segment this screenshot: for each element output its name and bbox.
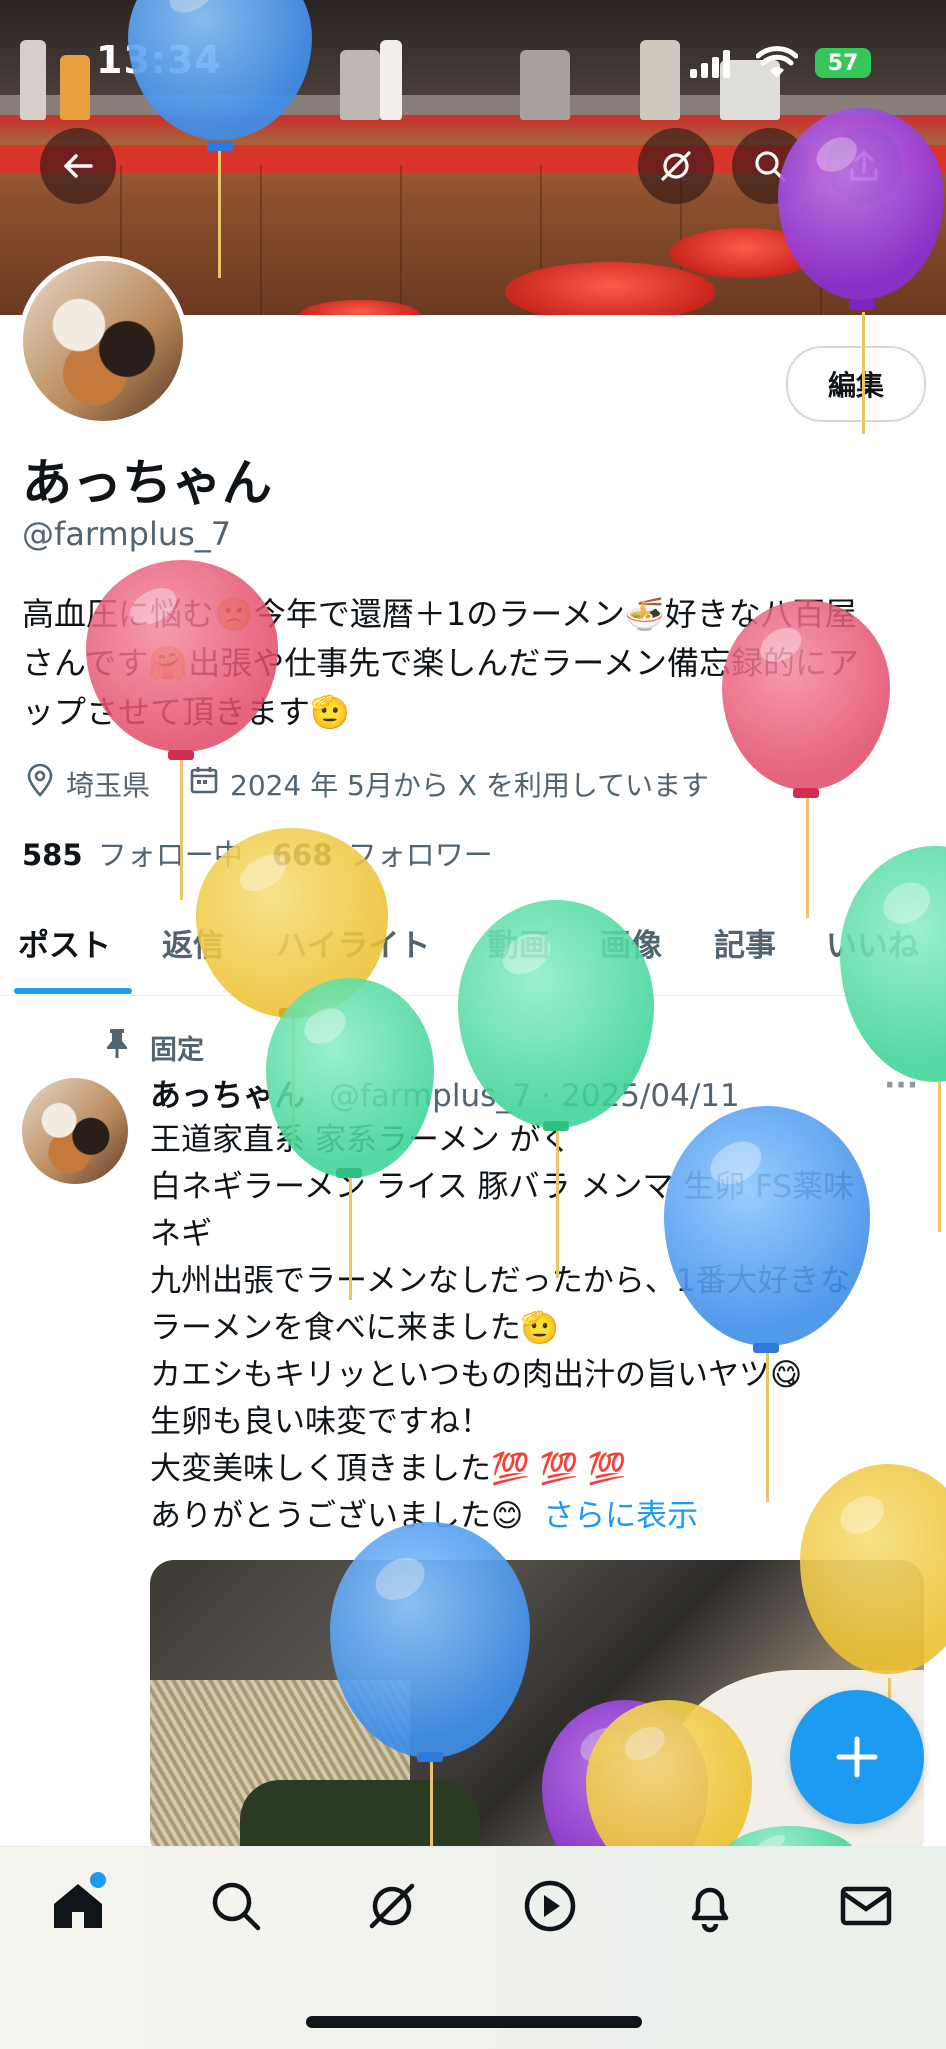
display-name: あっちゃん [22, 454, 272, 512]
grok-icon[interactable] [364, 1878, 420, 1934]
back-button[interactable] [40, 128, 116, 204]
post-text-line: カエシもキリッといつもの肉出汁の旨いヤツ😋 [150, 1357, 803, 1393]
pinned-label: 固定 [150, 1035, 204, 1066]
location-icon [27, 764, 53, 797]
following-link[interactable]: 585 フォロー中 [22, 832, 243, 874]
search-icon[interactable] [208, 1878, 264, 1934]
arrow-left-icon [64, 154, 93, 178]
edit-profile-button[interactable]: 編集 [786, 346, 926, 422]
tab-articles[interactable]: 記事 [714, 920, 776, 965]
post-text-line: 大変美味しく頂きました💯 💯 💯 [150, 1451, 627, 1487]
battery-level: 57 [827, 50, 859, 76]
post-text-line: ラーメンを食べに来ました🫡 [150, 1310, 560, 1346]
home-notification-dot [90, 1872, 106, 1888]
calendar-icon [190, 767, 218, 794]
user-handle: @farmplus_7 [22, 515, 232, 553]
profile-avatar[interactable] [18, 256, 188, 426]
grok-icon [661, 151, 691, 181]
tab-posts[interactable]: ポスト [18, 920, 111, 965]
plus-icon [836, 1736, 878, 1778]
post-text-line: ネギ [150, 1216, 212, 1252]
post-text-last: ありがとうございました😊 [150, 1498, 524, 1534]
profile-joined-date: 2024 年 5月から X を利用しています [230, 769, 710, 802]
mail-icon[interactable] [838, 1878, 894, 1934]
battery-indicator: 57 [815, 48, 871, 78]
signal-icon [690, 50, 734, 78]
profile-location: 埼玉県 [66, 769, 151, 802]
show-more-link[interactable]: さらに表示 [543, 1498, 698, 1534]
grok-button[interactable] [638, 128, 714, 204]
post-text-line: 生卵も良い味変ですね！ [150, 1404, 491, 1440]
compose-post-button[interactable] [790, 1690, 924, 1824]
active-tab-indicator [14, 988, 132, 994]
post-author-avatar[interactable] [22, 1078, 128, 1184]
pin-icon [107, 1029, 127, 1058]
home-indicator [306, 2016, 642, 2028]
bell-icon[interactable] [682, 1878, 738, 1934]
following-count: 585 [22, 838, 83, 872]
wifi-icon [756, 46, 798, 78]
post-header: あっちゃん @farmplus_7 · 2025/04/11 [150, 1070, 740, 1115]
video-play-icon[interactable] [522, 1878, 578, 1934]
